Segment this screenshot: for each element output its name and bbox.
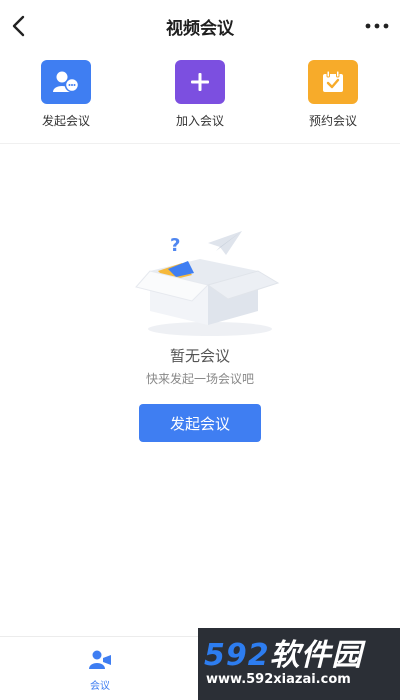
page-title: 视频会议 <box>166 19 234 39</box>
plus-icon <box>191 73 209 91</box>
empty-state-title: 暂无会议 <box>169 347 230 365</box>
schedule-meeting-label: 预约会议 <box>308 114 357 128</box>
watermark-brand-text: 软件园 <box>269 638 363 673</box>
start-meeting-label: 发起会议 <box>41 114 90 128</box>
watermark-brand-number: 592 <box>204 638 270 673</box>
divider <box>0 143 400 144</box>
calendar-check-icon <box>323 70 343 92</box>
empty-box-illustration: ? <box>135 231 280 336</box>
nav-item-meetings[interactable]: 会议 <box>70 649 130 692</box>
start-meeting-action[interactable]: 发起会议 <box>21 56 111 129</box>
quick-actions: 发起会议 加入会议 预约会议 <box>0 56 400 142</box>
nav-item-label: 会议 <box>90 681 110 692</box>
join-meeting-action[interactable]: 加入会议 <box>155 56 245 129</box>
more-horizontal-icon[interactable] <box>364 16 390 36</box>
empty-state-subtitle: 快来发起一场会议吧 <box>145 372 254 386</box>
join-meeting-tile[interactable] <box>175 60 225 104</box>
start-meeting-tile[interactable] <box>41 60 91 104</box>
start-meeting-button[interactable]: 发起会议 <box>139 404 261 442</box>
meeting-icon <box>89 650 111 669</box>
svg-text:?: ? <box>170 235 180 256</box>
watermark-brand: 592软件园 <box>204 630 363 674</box>
watermark-url: www.592xiazai.com <box>206 672 351 687</box>
schedule-meeting-tile[interactable] <box>308 60 358 104</box>
join-meeting-label: 加入会议 <box>175 114 224 128</box>
schedule-meeting-action[interactable]: 预约会议 <box>288 56 378 129</box>
top-bar: 视频会议 <box>0 0 400 52</box>
watermark: 592软件园 www.592xiazai.com <box>198 628 400 700</box>
start-meeting-icon <box>53 71 80 93</box>
